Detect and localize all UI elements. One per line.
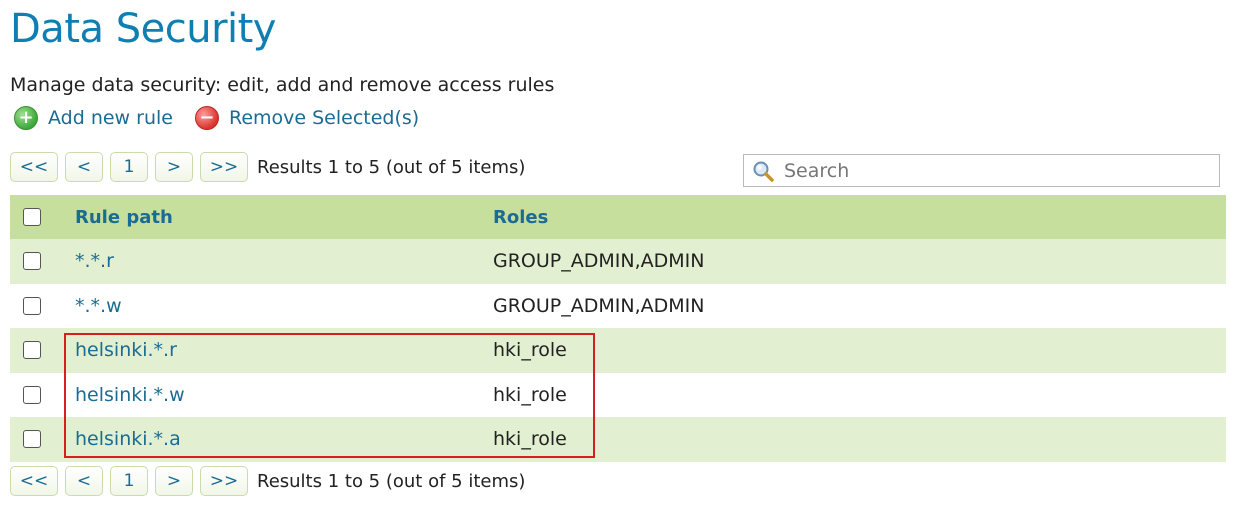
rules-table: Rule path Roles *.*.r GROUP_ADMIN,ADMIN …: [10, 195, 1226, 462]
rule-roles: GROUP_ADMIN,ADMIN: [493, 250, 705, 273]
row-checkbox[interactable]: [23, 430, 41, 449]
pager-page-button[interactable]: 1: [110, 152, 148, 182]
select-all-checkbox[interactable]: [23, 208, 41, 226]
remove-selected-label: Remove Selected(s): [228, 107, 420, 129]
rule-path-link[interactable]: helsinki.*.r: [74, 328, 492, 373]
pager-bottom: << < 1 > >> Results 1 to 5 (out of 5 ite…: [10, 466, 525, 496]
pager-first-button[interactable]: <<: [10, 466, 58, 496]
page-title: Data Security: [10, 6, 276, 52]
search-input[interactable]: [782, 158, 1206, 183]
search-box[interactable]: [743, 154, 1220, 187]
table-header-row: Rule path Roles: [10, 195, 1226, 239]
rule-path-link[interactable]: *.*.w: [74, 284, 492, 329]
table-row: helsinki.*.a hki_role: [10, 417, 1226, 462]
row-checkbox[interactable]: [23, 341, 41, 360]
row-checkbox[interactable]: [23, 385, 41, 404]
pager-first-button[interactable]: <<: [10, 152, 58, 182]
rule-roles: hki_role: [493, 383, 567, 406]
row-checkbox[interactable]: [23, 252, 41, 271]
search-icon: [753, 161, 774, 182]
remove-selected-button[interactable]: − Remove Selected(s): [194, 106, 420, 130]
add-rule-button[interactable]: + Add new rule: [14, 106, 173, 130]
select-all-cell: [10, 195, 74, 239]
add-icon: +: [14, 106, 38, 130]
pager-info: Results 1 to 5 (out of 5 items): [257, 470, 526, 492]
rule-roles: hki_role: [493, 428, 567, 451]
pager-next-button[interactable]: >: [155, 152, 193, 182]
rule-path-link[interactable]: helsinki.*.a: [74, 417, 492, 462]
table-row: *.*.w GROUP_ADMIN,ADMIN: [10, 283, 1226, 329]
pager-info: Results 1 to 5 (out of 5 items): [257, 156, 526, 178]
pager-top: << < 1 > >> Results 1 to 5 (out of 5 ite…: [10, 152, 525, 182]
pager-last-button[interactable]: >>: [200, 466, 248, 496]
action-bar: + Add new rule − Remove Selected(s): [14, 106, 441, 130]
rule-path-link[interactable]: *.*.r: [74, 239, 492, 284]
pager-prev-button[interactable]: <: [65, 152, 103, 182]
header-rule-path[interactable]: Rule path: [74, 195, 492, 239]
row-checkbox[interactable]: [23, 296, 41, 315]
table-row: helsinki.*.r hki_role: [10, 328, 1226, 373]
pager-next-button[interactable]: >: [155, 466, 193, 496]
rule-path-link[interactable]: helsinki.*.w: [74, 373, 492, 418]
remove-icon: −: [194, 106, 219, 130]
add-rule-label: Add new rule: [48, 107, 173, 129]
page-subtitle: Manage data security: edit, add and remo…: [10, 74, 555, 96]
data-security-page: Data Security Manage data security: edit…: [0, 0, 1237, 514]
pager-last-button[interactable]: >>: [200, 152, 248, 182]
table-row: helsinki.*.w hki_role: [10, 372, 1226, 418]
header-roles[interactable]: Roles: [492, 195, 1226, 239]
rule-roles: hki_role: [493, 339, 567, 362]
rule-roles: GROUP_ADMIN,ADMIN: [493, 294, 705, 317]
pager-prev-button[interactable]: <: [65, 466, 103, 496]
pager-page-button[interactable]: 1: [110, 466, 148, 496]
table-row: *.*.r GROUP_ADMIN,ADMIN: [10, 239, 1226, 284]
